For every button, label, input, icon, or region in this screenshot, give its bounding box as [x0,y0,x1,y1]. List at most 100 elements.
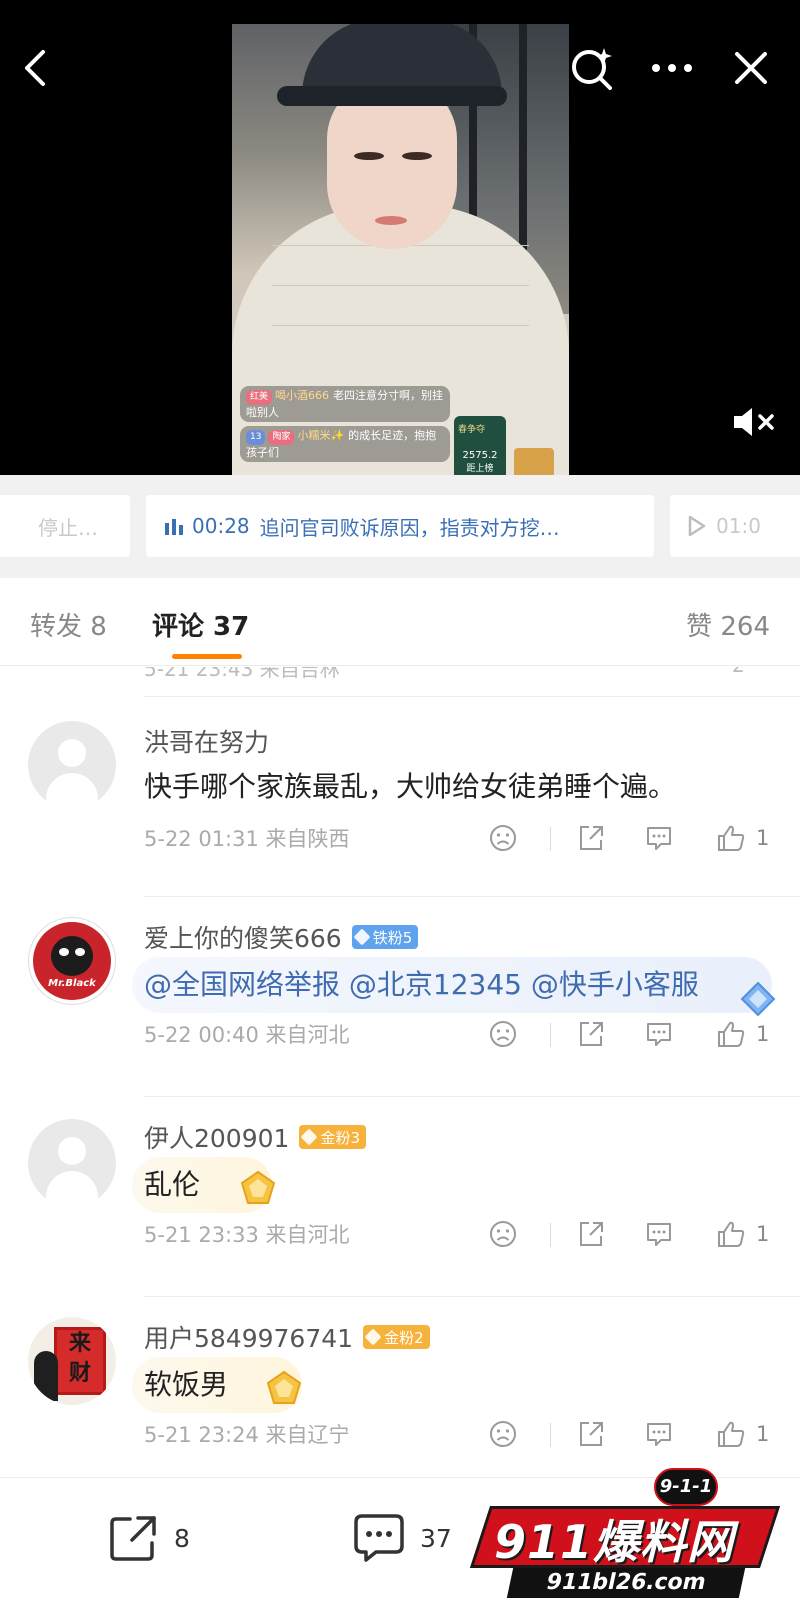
comment-author[interactable]: 用户5849976741 金粉2 [144,1319,430,1355]
comment-author[interactable]: 爱上你的傻笑666 铁粉5 [144,919,419,955]
active-tab-indicator [172,654,242,659]
avatar[interactable] [28,721,116,809]
crown-icon [364,1328,382,1346]
watermark-logo: 9-1-1 911爆料网 911bl26.com [469,1462,796,1602]
sad-face-icon [490,1221,516,1247]
diamond-icon [740,981,776,1017]
repost-button[interactable]: 8 [108,1510,190,1566]
comment-list[interactable]: 5-21 23:43 来自吉林 2 洪哥在努力 快手哪个家族最乱，大帅给女徒弟睡… [0,667,800,1477]
share-comment-button[interactable] [576,1217,606,1251]
dislike-button[interactable] [488,1017,518,1051]
avatar[interactable] [28,1119,116,1207]
comment-text: 乱伦 [144,1168,201,1201]
chapter-chip-active[interactable]: 00:28 追问官司败诉原因，指责对方挖… [146,495,654,557]
comment-bubble-icon [647,1223,671,1246]
thumbs-up-icon [718,1421,745,1447]
tab-repost[interactable]: 转发 8 [30,606,107,643]
sad-face-icon [490,1021,516,1047]
close-icon [735,52,767,84]
iron-fan-badge: 铁粉5 [351,925,419,949]
more-button[interactable] [648,44,696,92]
video-player[interactable]: 红美 喝小酒666 老四注意分寸啊，别挂啦别人 13 陶家 小糯米✨ 的成长足迹，抱抱孩子… [0,0,800,475]
live-chat-overlay: 红美 喝小酒666 老四注意分寸啊，别挂啦别人 13 陶家 小糯米✨ 的成长足迹，抱抱孩子… [240,386,450,466]
comment-item: 伊人200901 金粉3 乱伦 5-21 23:33 来自河北 1 [0,1097,800,1297]
comment-author[interactable]: 洪哥在努力 [144,723,269,759]
comment-author[interactable]: 伊人200901 金粉3 [144,1119,366,1155]
play-icon [688,515,706,537]
gold-fan-badge: 金粉3 [299,1125,366,1149]
speaker-muted-icon [734,408,774,436]
share-icon [580,1422,603,1446]
comment-text[interactable]: @全国网络举报 @北京12345 @快手小客服 [144,963,699,1003]
share-icon [580,1022,603,1046]
gold-crown-icon [266,1370,302,1404]
reply-button[interactable] [644,821,674,855]
comment-meta: 5-22 00:40 来自河北 [144,1023,350,1047]
like-button[interactable]: 1 [716,821,769,855]
sad-face-icon [490,1421,516,1447]
sad-face-icon [490,825,516,851]
like-button[interactable]: 1 [716,1217,769,1251]
audio-bars-icon [165,519,183,535]
image-search-button[interactable] [568,44,616,92]
watermark-badge: 9-1-1 [654,1468,718,1506]
back-button[interactable] [12,44,60,92]
share-comment-button[interactable] [576,1417,606,1451]
share-icon [110,1516,156,1561]
avatar[interactable]: 来 财 [28,1317,116,1405]
chapter-chip-prev[interactable]: 停止… [0,495,130,557]
close-button[interactable] [727,44,775,92]
comment-actions: 1 [488,821,788,855]
comment-item: 洪哥在努力 快手哪个家族最乱，大帅给女徒弟睡个遍。 5-22 01:31 来自陕… [0,697,800,897]
mute-button[interactable] [730,398,778,446]
dislike-button[interactable] [488,1417,518,1451]
tab-comment[interactable]: 评论 37 [152,606,249,643]
share-icon [580,1222,603,1246]
dislike-button[interactable] [488,1217,518,1251]
share-comment-button[interactable] [576,821,606,855]
crown-icon [300,1128,318,1146]
share-comment-button[interactable] [576,1017,606,1051]
thumbs-up-icon [718,1221,745,1247]
reply-button[interactable] [644,1017,674,1051]
chapter-chip-next[interactable]: 01:0 [670,495,800,557]
live-chat-line: 13 陶家 小糯米✨ 的成长足迹，抱抱孩子们 [240,426,450,462]
comment-bubble-icon [647,1423,671,1446]
gold-fan-badge: 金粉2 [363,1325,430,1349]
watermark-url: 911bl26.com [506,1568,746,1598]
avatar[interactable]: Mr.Black [28,917,116,1005]
comment-actions: 1 [488,1217,788,1251]
tab-like[interactable]: 赞 264 [686,606,770,643]
thumbs-up-icon [718,825,745,851]
comment-bubble-icon [354,1514,404,1562]
search-sparkle-icon [572,48,612,90]
comment-item: Mr.Black 爱上你的傻笑666 铁粉5 @全国网络举报 @北京12345 … [0,897,800,1097]
like-button[interactable]: 1 [716,1017,769,1051]
comment-text: 快手哪个家族最乱，大帅给女徒弟睡个遍。 [144,770,677,803]
dislike-button[interactable] [488,821,518,855]
diamond-icon [353,928,371,946]
watermark-title: 911爆料网 [494,1515,735,1569]
comment-meta: 5-21 23:24 来自辽宁 [144,1423,350,1447]
gold-crown-icon [240,1170,276,1204]
comment-meta: 5-22 01:31 来自陕西 [144,827,350,851]
like-button[interactable]: 1 [716,1417,769,1451]
comment-meta: 5-21 23:33 来自河北 [144,1223,350,1247]
reply-button[interactable] [644,1417,674,1451]
comment-bubble-icon [647,827,671,850]
more-dots-icon [652,64,692,72]
comment-bubble-icon [647,1023,671,1046]
video-frame[interactable]: 红美 喝小酒666 老四注意分寸啊，别挂啦别人 13 陶家 小糯米✨ 的成长足迹，抱抱孩子… [232,24,569,475]
reply-button[interactable] [644,1217,674,1251]
comment-button[interactable]: 37 [352,1510,452,1566]
comment-actions: 1 [488,1417,788,1451]
post-tabs: 转发 8 评论 37 赞 264 [0,578,800,666]
live-chat-line: 红美 喝小酒666 老四注意分寸啊，别挂啦别人 [240,386,450,422]
chevron-left-icon [25,50,45,86]
partial-comment-meta: 5-21 23:43 来自吉林 2 [144,667,745,681]
thumbs-up-icon [718,1021,745,1047]
comment-text: 软饭男 [144,1368,229,1401]
video-chapter-strip[interactable]: 停止… 00:28 追问官司败诉原因，指责对方挖… 01:0 [0,475,800,578]
comment-actions: 1 [488,1017,788,1051]
stream-gift-panel: 春争夺 2575.2 距上榜 [454,416,506,475]
